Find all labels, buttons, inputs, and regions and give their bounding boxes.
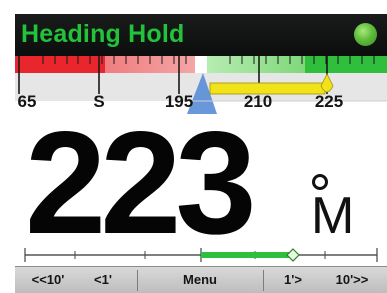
heading-value: 223 [25,101,257,264]
autopilot-screen: Heading Hold 65 S 195 210 225 223 M <<10… [15,14,387,293]
mode-title: Heading Hold [21,20,185,48]
menu-button[interactable]: Menu [139,267,261,293]
rudder-indicator [201,252,293,258]
left-1-degree-button[interactable]: <1' [77,267,129,293]
rudder-bar [15,244,387,264]
right-10-degrees-button[interactable]: 10'>> [319,267,385,293]
softkey-bar: <<10' <1' Menu 1'> 10'>> [15,266,387,293]
softkey-divider [263,270,264,291]
left-10-degrees-button[interactable]: <<10' [19,267,77,293]
tape-label: 225 [314,92,344,111]
rudder-bar-graphics [24,248,378,262]
rudder-position-marker [286,248,300,262]
heading-display: 223 M [15,101,387,264]
right-1-degree-button[interactable]: 1'> [267,267,319,293]
title-bar: Heading Hold [15,14,387,56]
heading-unit: M [311,187,355,245]
status-led-icon [354,23,377,46]
softkey-divider [137,270,138,291]
target-heading-marker [320,73,334,93]
